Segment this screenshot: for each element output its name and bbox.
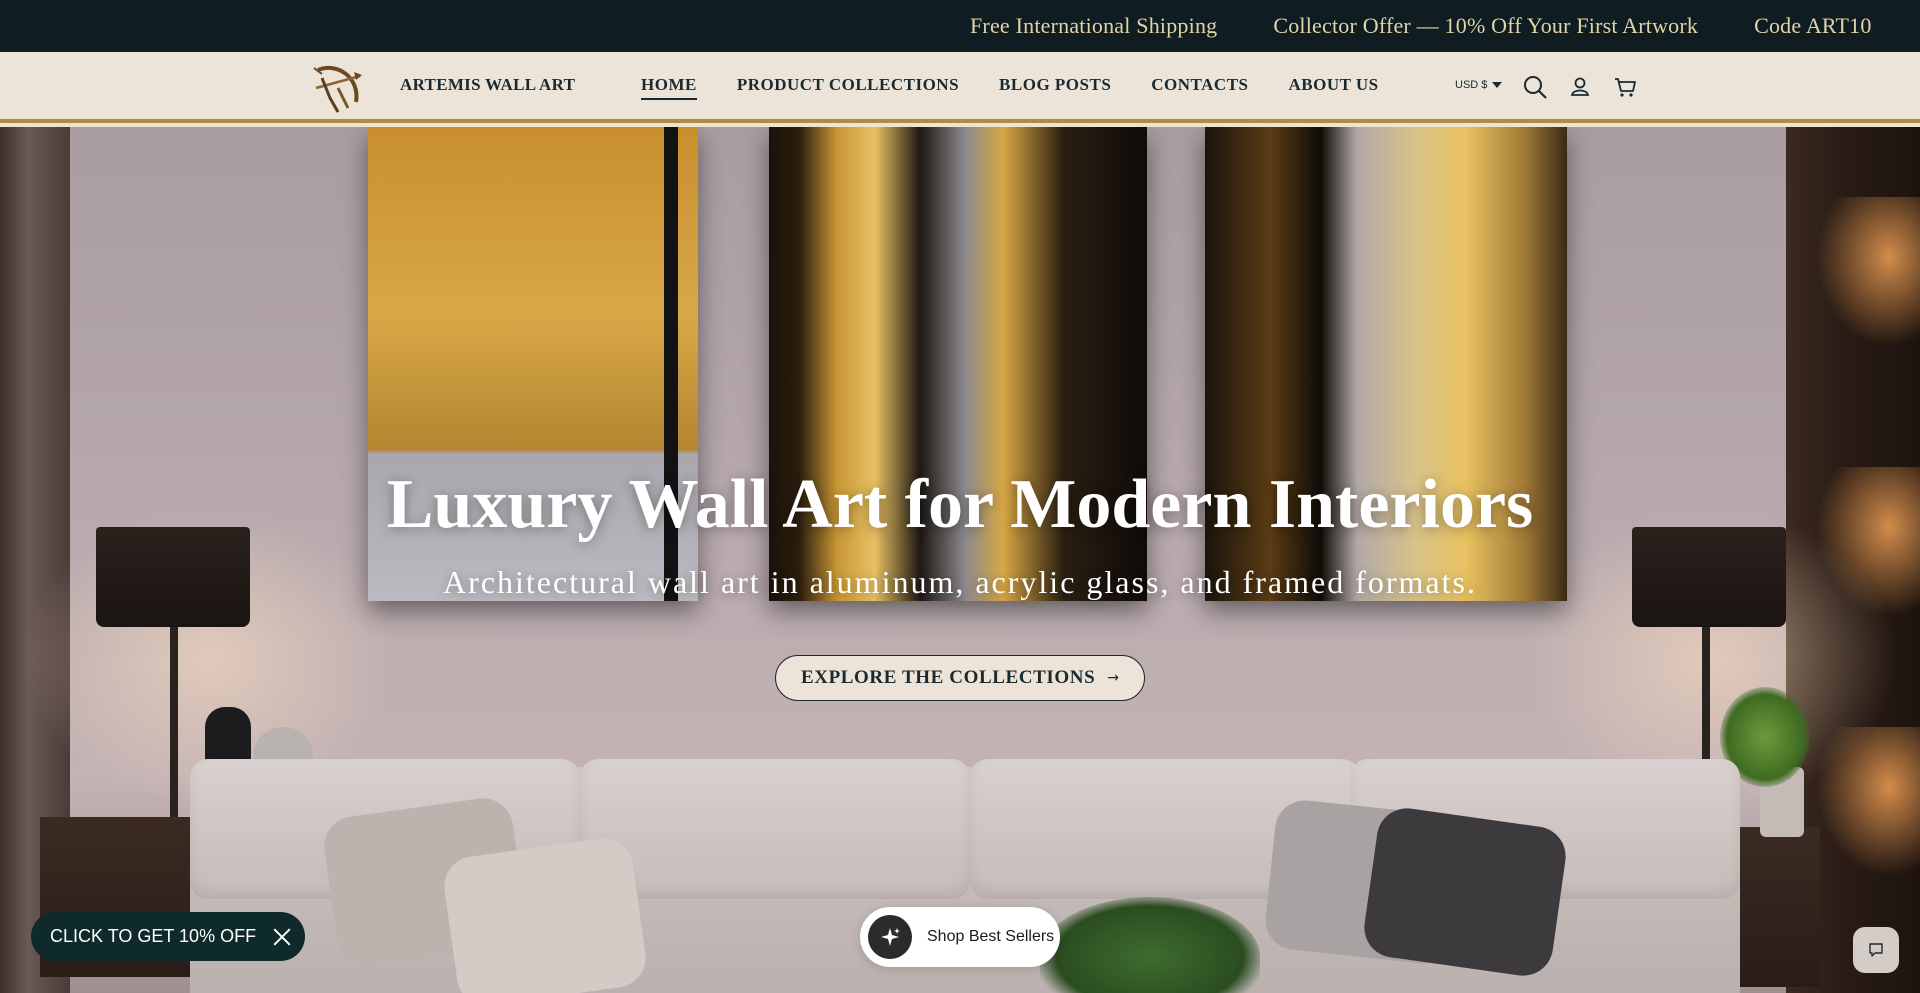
announcement-code: Code ART10 xyxy=(1754,13,1872,38)
account-button[interactable] xyxy=(1567,74,1593,100)
sparkle-icon xyxy=(868,915,912,959)
shop-best-sellers-button[interactable]: Shop Best Sellers xyxy=(860,907,1060,967)
caret-down-icon xyxy=(1492,82,1503,88)
chat-bubble-icon xyxy=(1869,943,1883,957)
search-button[interactable] xyxy=(1522,74,1548,100)
nav-product-collections[interactable]: PRODUCT COLLECTIONS xyxy=(737,75,959,100)
arrow-right-icon: → xyxy=(1107,670,1120,686)
hero-banner: Luxury Wall Art for Modern Interiors Arc… xyxy=(0,127,1920,993)
hero-title: Luxury Wall Art for Modern Interiors xyxy=(386,466,1534,543)
main-nav: HOME PRODUCT COLLECTIONS BLOG POSTS CONT… xyxy=(641,75,1379,100)
nav-contacts[interactable]: CONTACTS xyxy=(1151,75,1248,100)
explore-collections-label: EXPLORE THE COLLECTIONS xyxy=(800,667,1096,688)
nav-home[interactable]: HOME xyxy=(641,75,697,100)
cart-button[interactable] xyxy=(1612,74,1638,100)
bow-logo-icon xyxy=(313,66,362,113)
logo-link[interactable] xyxy=(308,58,368,118)
cart-icon xyxy=(1615,78,1636,97)
discount-popup-button[interactable]: CLICK TO GET 10% OFF xyxy=(31,912,305,961)
currency-label: USD $ xyxy=(1455,79,1488,91)
chat-button[interactable] xyxy=(1853,927,1899,973)
explore-collections-button[interactable]: EXPLORE THE COLLECTIONS → xyxy=(775,655,1145,701)
hero-subtitle: Architectural wall art in aluminum, acry… xyxy=(443,564,1477,600)
discount-popup-label: CLICK TO GET 10% OFF xyxy=(50,926,257,946)
brand-name[interactable]: ARTEMIS WALL ART xyxy=(400,75,575,95)
site-header: ARTEMIS WALL ART HOME PRODUCT COLLECTION… xyxy=(0,52,1920,123)
nav-blog-posts[interactable]: BLOG POSTS xyxy=(999,75,1111,100)
announcement-offer: Collector Offer — 10% Off Your First Art… xyxy=(1273,13,1699,38)
announcement-track: Free International Shipping Collector Of… xyxy=(970,0,1872,52)
close-icon[interactable] xyxy=(272,927,292,947)
shop-best-sellers-label: Shop Best Sellers xyxy=(927,928,1055,945)
nav-about-us[interactable]: ABOUT US xyxy=(1288,75,1378,100)
account-icon xyxy=(1570,77,1590,96)
currency-selector[interactable]: USD $ xyxy=(1455,79,1503,91)
search-icon xyxy=(1524,76,1547,99)
announcement-shipping: Free International Shipping xyxy=(970,13,1218,38)
announcement-bar: Free International Shipping Collector Of… xyxy=(0,0,1920,52)
